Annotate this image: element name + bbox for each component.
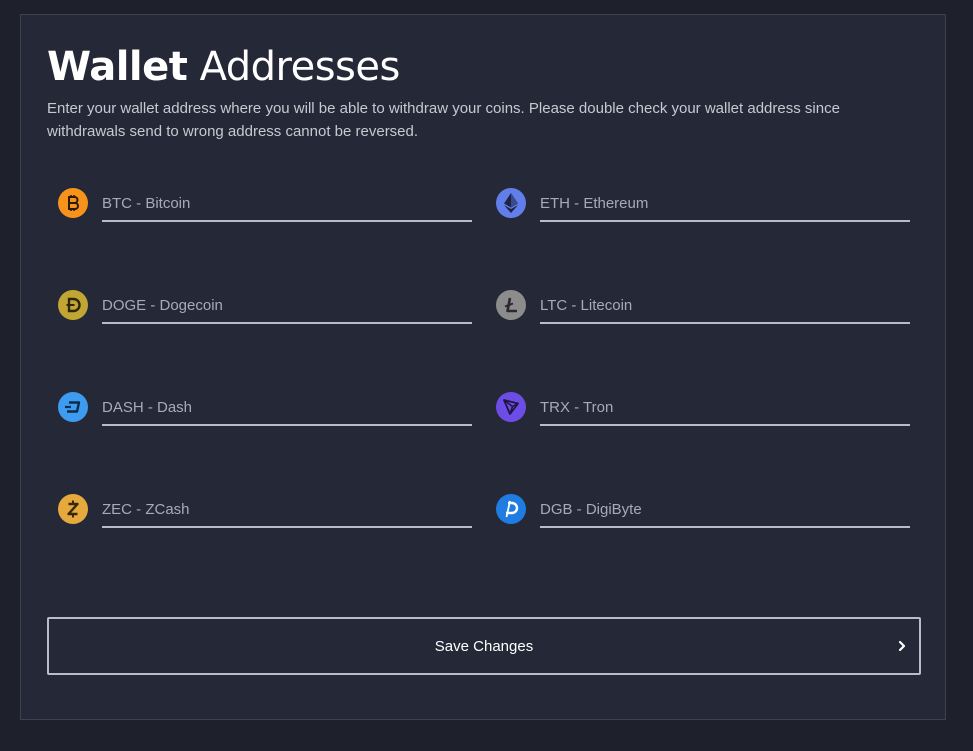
save-changes-label: Save Changes xyxy=(434,637,534,655)
doge-address-input[interactable] xyxy=(102,288,472,324)
ltc-address-input[interactable] xyxy=(540,288,910,324)
litecoin-icon xyxy=(496,290,526,320)
bitcoin-icon xyxy=(58,188,88,218)
trx-address-input[interactable] xyxy=(540,390,910,426)
dgb-address-input[interactable] xyxy=(540,492,910,528)
wallet-field-dgb xyxy=(496,492,912,538)
wallet-field-eth xyxy=(496,186,912,232)
zcash-icon xyxy=(58,494,88,524)
page-description: Enter your wallet address where you will… xyxy=(47,100,840,140)
dash-address-input[interactable] xyxy=(102,390,472,426)
ethereum-icon xyxy=(496,188,526,218)
digibyte-icon xyxy=(496,494,526,524)
page-title-bold: Wallet xyxy=(47,44,188,90)
tron-icon xyxy=(496,392,526,422)
wallet-field-btc xyxy=(58,186,474,232)
wallet-field-dash xyxy=(58,390,474,436)
save-changes-button[interactable]: Save Changes xyxy=(47,617,921,675)
wallet-field-ltc xyxy=(496,288,912,334)
wallet-field-doge xyxy=(58,288,474,334)
wallet-addresses-panel: Wallet Addresses Enter your wallet addre… xyxy=(20,14,946,720)
dash-icon xyxy=(58,392,88,422)
page-title-rest: Addresses xyxy=(187,44,401,90)
chevron-right-icon xyxy=(898,640,906,652)
wallet-field-zec xyxy=(58,492,474,538)
wallet-field-trx xyxy=(496,390,912,436)
dogecoin-icon xyxy=(58,290,88,320)
page-title: Wallet Addresses xyxy=(47,43,400,91)
btc-address-input[interactable] xyxy=(102,186,472,222)
zec-address-input[interactable] xyxy=(102,492,472,528)
eth-address-input[interactable] xyxy=(540,186,910,222)
